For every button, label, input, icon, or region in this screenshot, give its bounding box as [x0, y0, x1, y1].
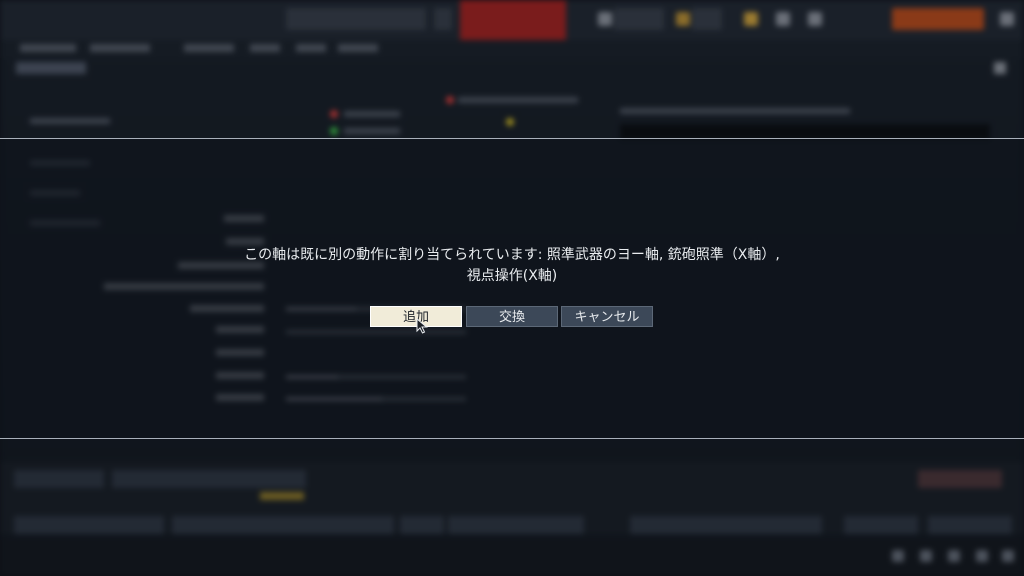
legend-yellow-icon	[506, 118, 514, 126]
tab-ghost	[250, 44, 280, 52]
dialog-message: この軸は既に別の動作に割り当てられています: 照準武器のヨー軸, 銃砲照準（X軸…	[112, 245, 912, 287]
store-icon	[598, 12, 612, 26]
status-icon	[1002, 550, 1014, 562]
legend-label	[344, 111, 400, 117]
bottom-button	[172, 516, 394, 534]
bottom-button	[112, 470, 306, 488]
bottom-button	[448, 516, 584, 534]
top-bar-small-box	[434, 8, 452, 30]
bottom-button	[630, 516, 822, 534]
gold-icon	[676, 12, 690, 26]
status-icon	[920, 550, 932, 562]
notification-icon	[744, 12, 758, 26]
bottom-button	[14, 470, 104, 488]
panel-caption	[620, 108, 850, 114]
top-bar-account-box	[286, 8, 426, 30]
window-title	[16, 62, 86, 74]
legend-green-icon	[330, 127, 338, 135]
axis-conflict-dialog: この軸は既に別の動作に割り当てられています: 照準武器のヨー軸, 銃砲照準（X軸…	[0, 138, 1024, 439]
dialog-message-line: 視点操作(X軸)	[466, 268, 558, 284]
window-icon	[1000, 12, 1014, 26]
menu-icon	[776, 12, 790, 26]
dialog-message-line: この軸は既に別の動作に割り当てられています: 照準武器のヨー軸, 銃砲照準（X軸…	[244, 247, 780, 263]
premium-button	[892, 8, 984, 30]
bottom-button	[14, 516, 164, 534]
status-icon	[948, 550, 960, 562]
bottom-button	[844, 516, 918, 534]
bottom-button	[928, 516, 1012, 534]
legend-label	[344, 128, 400, 134]
window-close-icon	[994, 62, 1006, 74]
top-bar-store-box	[614, 8, 664, 30]
mouse-cursor-icon	[416, 318, 428, 334]
status-icon	[892, 550, 904, 562]
tab-ghost	[90, 44, 150, 52]
top-bar	[0, 0, 1024, 54]
sidebar-ghost	[30, 118, 110, 124]
status-icon	[976, 550, 988, 562]
tab-ghost	[338, 44, 378, 52]
top-bar-gold-box	[692, 8, 722, 30]
bottom-button	[400, 516, 444, 534]
legend-red-icon	[446, 96, 454, 104]
tab-ghost	[184, 44, 234, 52]
bottom-highlight	[260, 492, 304, 500]
tab-row	[0, 40, 1024, 58]
legend-label	[458, 97, 578, 103]
tab-ghost	[296, 44, 326, 52]
legend-red-icon	[330, 110, 338, 118]
cancel-button[interactable]: キャンセル	[561, 306, 653, 327]
status-bar	[0, 540, 1024, 576]
settings-icon	[808, 12, 822, 26]
swap-button[interactable]: 交換	[466, 306, 558, 327]
tab-ghost	[20, 44, 76, 52]
bottom-reset-button	[918, 470, 1002, 488]
